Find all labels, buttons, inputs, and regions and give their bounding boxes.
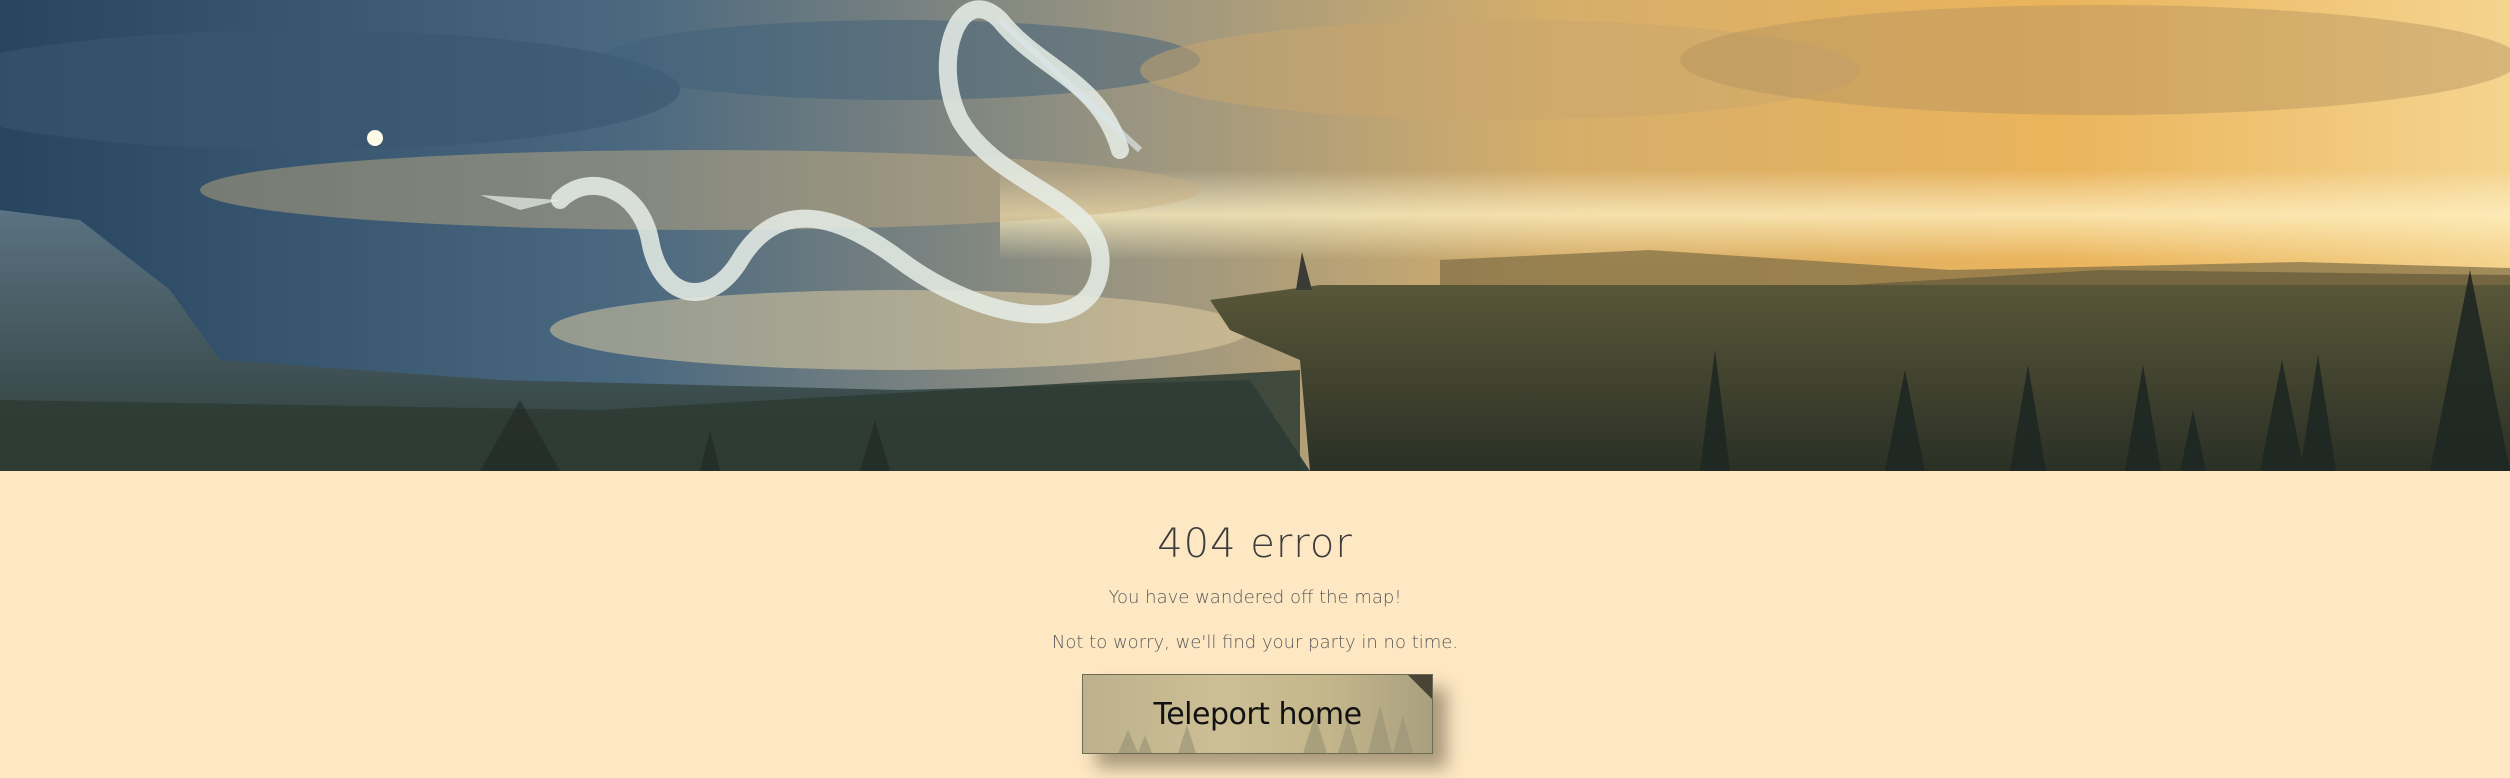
teleport-home-button[interactable]: Teleport home — [1082, 674, 1433, 754]
error-submessage: Not to worry, we'll find your party in n… — [1051, 632, 1459, 653]
error-content: 404 error You have wandered off the map!… — [0, 471, 2510, 778]
landscape-illustration — [0, 0, 2510, 471]
teleport-home-label: Teleport home — [1153, 697, 1362, 732]
hero-banner-image — [0, 0, 2510, 471]
error-message: You have wandered off the map! — [1108, 587, 1402, 608]
error-title: 404 error — [1157, 521, 1353, 567]
